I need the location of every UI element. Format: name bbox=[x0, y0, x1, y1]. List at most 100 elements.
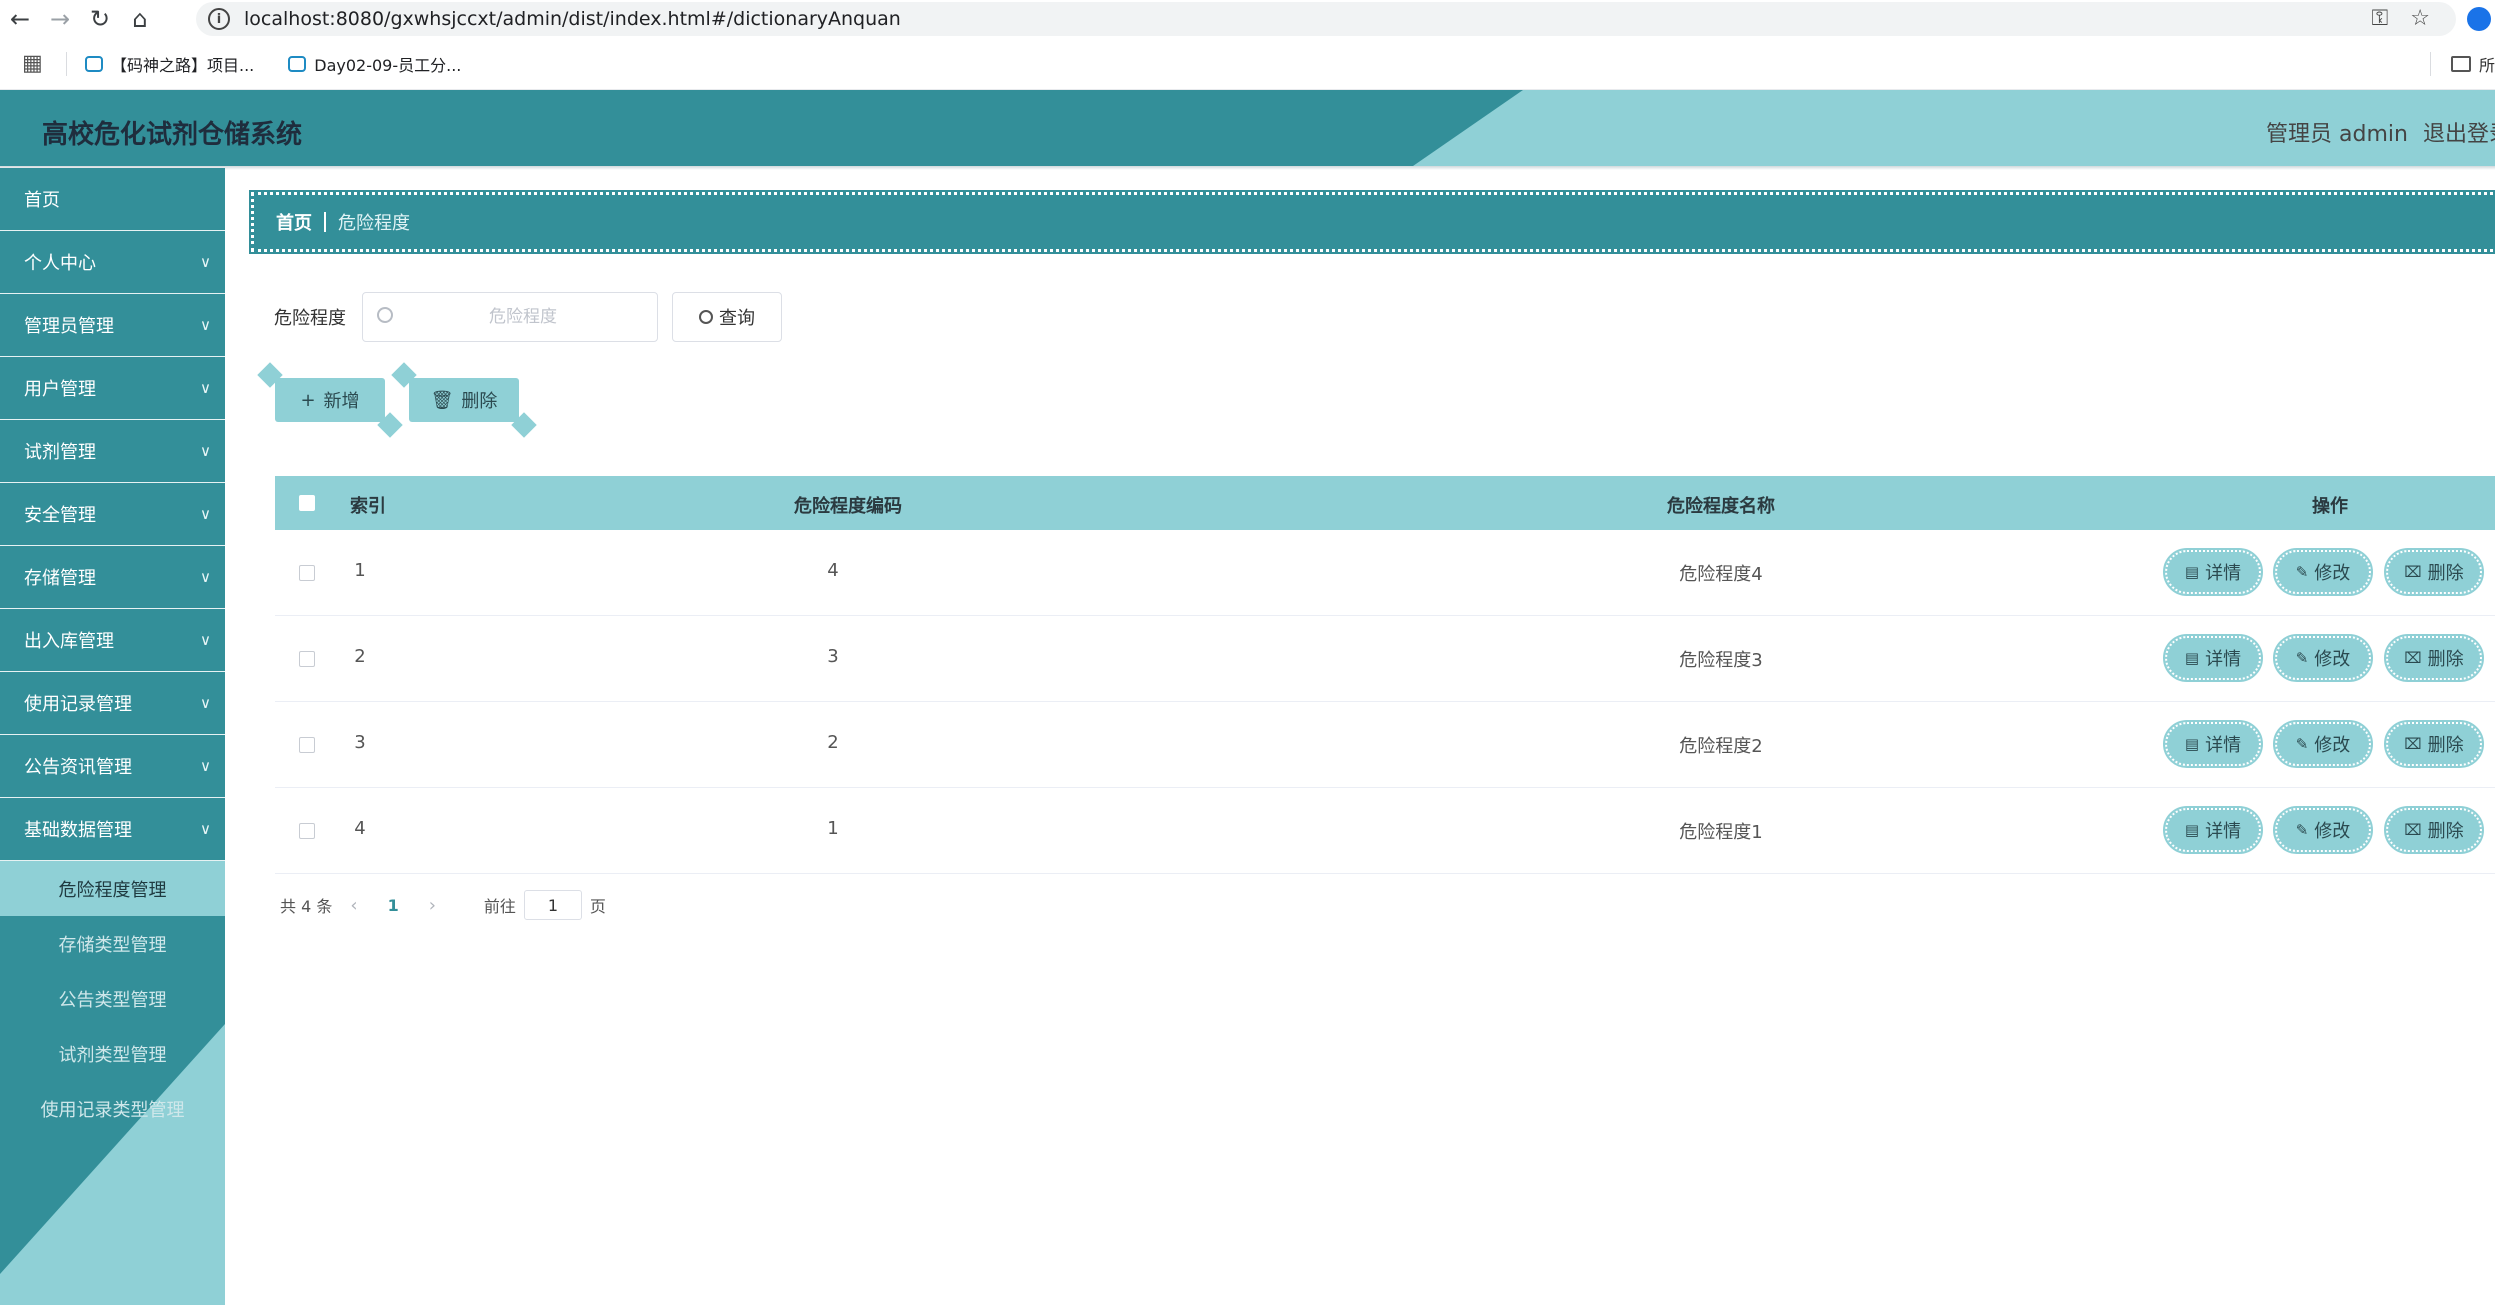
logout-link[interactable]: 退出登录 bbox=[2423, 116, 2495, 148]
sidebar-subitem[interactable]: 危险程度管理 bbox=[0, 861, 225, 916]
sidebar-subitem[interactable]: 存储类型管理 bbox=[0, 916, 225, 971]
sidebar-item-label: 存储管理 bbox=[24, 568, 96, 589]
detail-button-label: 详情 bbox=[2205, 649, 2242, 670]
forward-arrow-icon[interactable]: → bbox=[40, 0, 80, 38]
prev-page-icon[interactable]: ‹ bbox=[350, 895, 357, 916]
edit-button-label: 修改 bbox=[2314, 649, 2351, 670]
row-delete-button-label: 删除 bbox=[2427, 821, 2464, 842]
detail-button[interactable]: ▤ 详情 bbox=[2163, 548, 2263, 596]
add-button[interactable]: + 新增 bbox=[275, 378, 385, 422]
search-input[interactable] bbox=[363, 293, 657, 341]
column-header-index[interactable]: 索引 bbox=[350, 492, 386, 518]
profile-icon[interactable] bbox=[2467, 7, 2491, 31]
sidebar-subitem[interactable]: 使用记录类型管理 bbox=[0, 1081, 225, 1136]
row-delete-button-label: 删除 bbox=[2427, 735, 2464, 756]
url-text[interactable]: localhost:8080/gxwhsjccxt/admin/dist/ind… bbox=[244, 8, 901, 30]
sidebar-item-label: 出入库管理 bbox=[24, 631, 114, 652]
key-icon[interactable]: ⚿ bbox=[2372, 6, 2389, 31]
plus-icon: + bbox=[300, 389, 316, 411]
apps-grid-icon[interactable]: ▦ bbox=[22, 51, 48, 76]
detail-button[interactable]: ▤ 详情 bbox=[2163, 720, 2263, 768]
column-header-code[interactable]: 危险程度编码 bbox=[794, 492, 902, 518]
cell-index: 3 bbox=[354, 732, 366, 753]
trash-icon: ⌧ bbox=[2404, 563, 2422, 581]
chevron-down-icon: ∨ bbox=[200, 694, 211, 712]
row-delete-button[interactable]: ⌧ 删除 bbox=[2384, 634, 2484, 682]
row-checkbox[interactable] bbox=[299, 737, 315, 753]
sidebar-item[interactable]: 用户管理 ∨ bbox=[0, 357, 225, 420]
main-content: 首页 危险程度 危险程度 查询 + 新增 🗑 删除 索引 危险程度编码 危险程度… bbox=[225, 170, 2495, 1305]
sidebar: 首页 个人中心 ∨ 管理员管理 ∨ 用户管理 ∨ 试剂管理 ∨ 安全管理 ∨ 存储管理 ∨ 出入库管理 ∨ 使… bbox=[0, 168, 225, 1305]
row-delete-button[interactable]: ⌧ 删除 bbox=[2384, 806, 2484, 854]
table-body: 1 4 危险程度4 ▤ 详情 ✎ 修改 ⌧ 删除 2 3 危险程度3 ▤ 详情 ✎ 修改 ⌧ 删除 3 2 危险程度2 ▤… bbox=[275, 530, 2495, 874]
sidebar-item-label: 管理员管理 bbox=[24, 316, 114, 337]
sidebar-item-label: 试剂管理 bbox=[24, 442, 96, 463]
row-checkbox[interactable] bbox=[299, 823, 315, 839]
page-number-current[interactable]: 1 bbox=[388, 896, 399, 915]
home-icon[interactable]: ⌂ bbox=[120, 0, 160, 38]
row-checkbox[interactable] bbox=[299, 565, 315, 581]
sidebar-item[interactable]: 基础数据管理 ∨ bbox=[0, 798, 225, 861]
row-delete-button[interactable]: ⌧ 删除 bbox=[2384, 548, 2484, 596]
bookmark-item[interactable]: 【码神之路】项目... bbox=[85, 52, 254, 76]
trash-icon: ⌧ bbox=[2404, 649, 2422, 667]
folder-label: 所 bbox=[2478, 56, 2495, 75]
sidebar-item-label: 公告资讯管理 bbox=[24, 757, 132, 778]
edit-button[interactable]: ✎ 修改 bbox=[2273, 806, 2373, 854]
sidebar-item[interactable]: 公告资讯管理 ∨ bbox=[0, 735, 225, 798]
chevron-down-icon: ∨ bbox=[200, 379, 211, 397]
table-row: 1 4 危险程度4 ▤ 详情 ✎ 修改 ⌧ 删除 bbox=[275, 530, 2495, 616]
row-delete-button[interactable]: ⌧ 删除 bbox=[2384, 720, 2484, 768]
trash-icon: 🗑 bbox=[430, 389, 454, 411]
breadcrumb-current: 危险程度 bbox=[338, 213, 410, 234]
pencil-icon: ✎ bbox=[2295, 735, 2309, 753]
goto-page-input[interactable] bbox=[523, 890, 582, 920]
column-header-name[interactable]: 危险程度名称 bbox=[1667, 492, 1775, 518]
delete-button-label: 删除 bbox=[461, 391, 498, 412]
detail-button[interactable]: ▤ 详情 bbox=[2163, 806, 2263, 854]
sidebar-item[interactable]: 安全管理 ∨ bbox=[0, 483, 225, 546]
sidebar-item[interactable]: 管理员管理 ∨ bbox=[0, 294, 225, 357]
search-label: 危险程度 bbox=[274, 308, 346, 329]
edit-button[interactable]: ✎ 修改 bbox=[2273, 634, 2373, 682]
reload-icon[interactable]: ↻ bbox=[80, 0, 120, 38]
delete-button[interactable]: 🗑 删除 bbox=[409, 378, 519, 422]
search-form: 危险程度 查询 bbox=[274, 292, 782, 342]
site-info-icon[interactable]: i bbox=[208, 8, 230, 30]
query-button[interactable]: 查询 bbox=[672, 292, 782, 342]
sidebar-item[interactable]: 存储管理 ∨ bbox=[0, 546, 225, 609]
admin-label: 管理员 admin bbox=[2266, 122, 2408, 147]
row-checkbox[interactable] bbox=[299, 651, 315, 667]
bookmark-item[interactable]: Day02-09-员工分... bbox=[288, 52, 461, 76]
trash-icon: ⌧ bbox=[2404, 735, 2422, 753]
bilibili-icon bbox=[288, 55, 307, 72]
sidebar-item[interactable]: 个人中心 ∨ bbox=[0, 231, 225, 294]
sidebar-item[interactable]: 使用记录管理 ∨ bbox=[0, 672, 225, 735]
search-field[interactable] bbox=[362, 292, 658, 342]
pencil-icon: ✎ bbox=[2295, 563, 2309, 581]
action-buttons: + 新增 🗑 删除 bbox=[275, 378, 519, 422]
browser-toolbar: ← → ↻ ⌂ i localhost:8080/gxwhsjccxt/admi… bbox=[0, 0, 2495, 38]
sidebar-item[interactable]: 首页 bbox=[0, 168, 225, 231]
sidebar-item[interactable]: 试剂管理 ∨ bbox=[0, 420, 225, 483]
all-bookmarks-folder[interactable]: 所 bbox=[2429, 52, 2495, 76]
add-button-label: 新增 bbox=[323, 391, 360, 412]
detail-button-label: 详情 bbox=[2205, 735, 2242, 756]
select-all-checkbox[interactable] bbox=[299, 495, 315, 511]
sidebar-subitem[interactable]: 公告类型管理 bbox=[0, 971, 225, 1026]
next-page-icon[interactable]: › bbox=[429, 895, 436, 916]
detail-button[interactable]: ▤ 详情 bbox=[2163, 634, 2263, 682]
sidebar-item[interactable]: 出入库管理 ∨ bbox=[0, 609, 225, 672]
sidebar-subitem[interactable]: 试剂类型管理 bbox=[0, 1026, 225, 1081]
back-arrow-icon[interactable]: ← bbox=[0, 0, 40, 38]
query-button-label: 查询 bbox=[719, 308, 755, 329]
edit-button[interactable]: ✎ 修改 bbox=[2273, 720, 2373, 768]
star-icon[interactable]: ☆ bbox=[2410, 6, 2430, 31]
trash-icon: ⌧ bbox=[2404, 821, 2422, 839]
detail-button-label: 详情 bbox=[2205, 821, 2242, 842]
goto-suffix: 页 bbox=[589, 897, 606, 916]
chevron-down-icon: ∨ bbox=[200, 757, 211, 775]
edit-button[interactable]: ✎ 修改 bbox=[2273, 548, 2373, 596]
breadcrumb-home[interactable]: 首页 bbox=[276, 209, 312, 235]
address-bar[interactable]: i localhost:8080/gxwhsjccxt/admin/dist/i… bbox=[196, 2, 2456, 36]
